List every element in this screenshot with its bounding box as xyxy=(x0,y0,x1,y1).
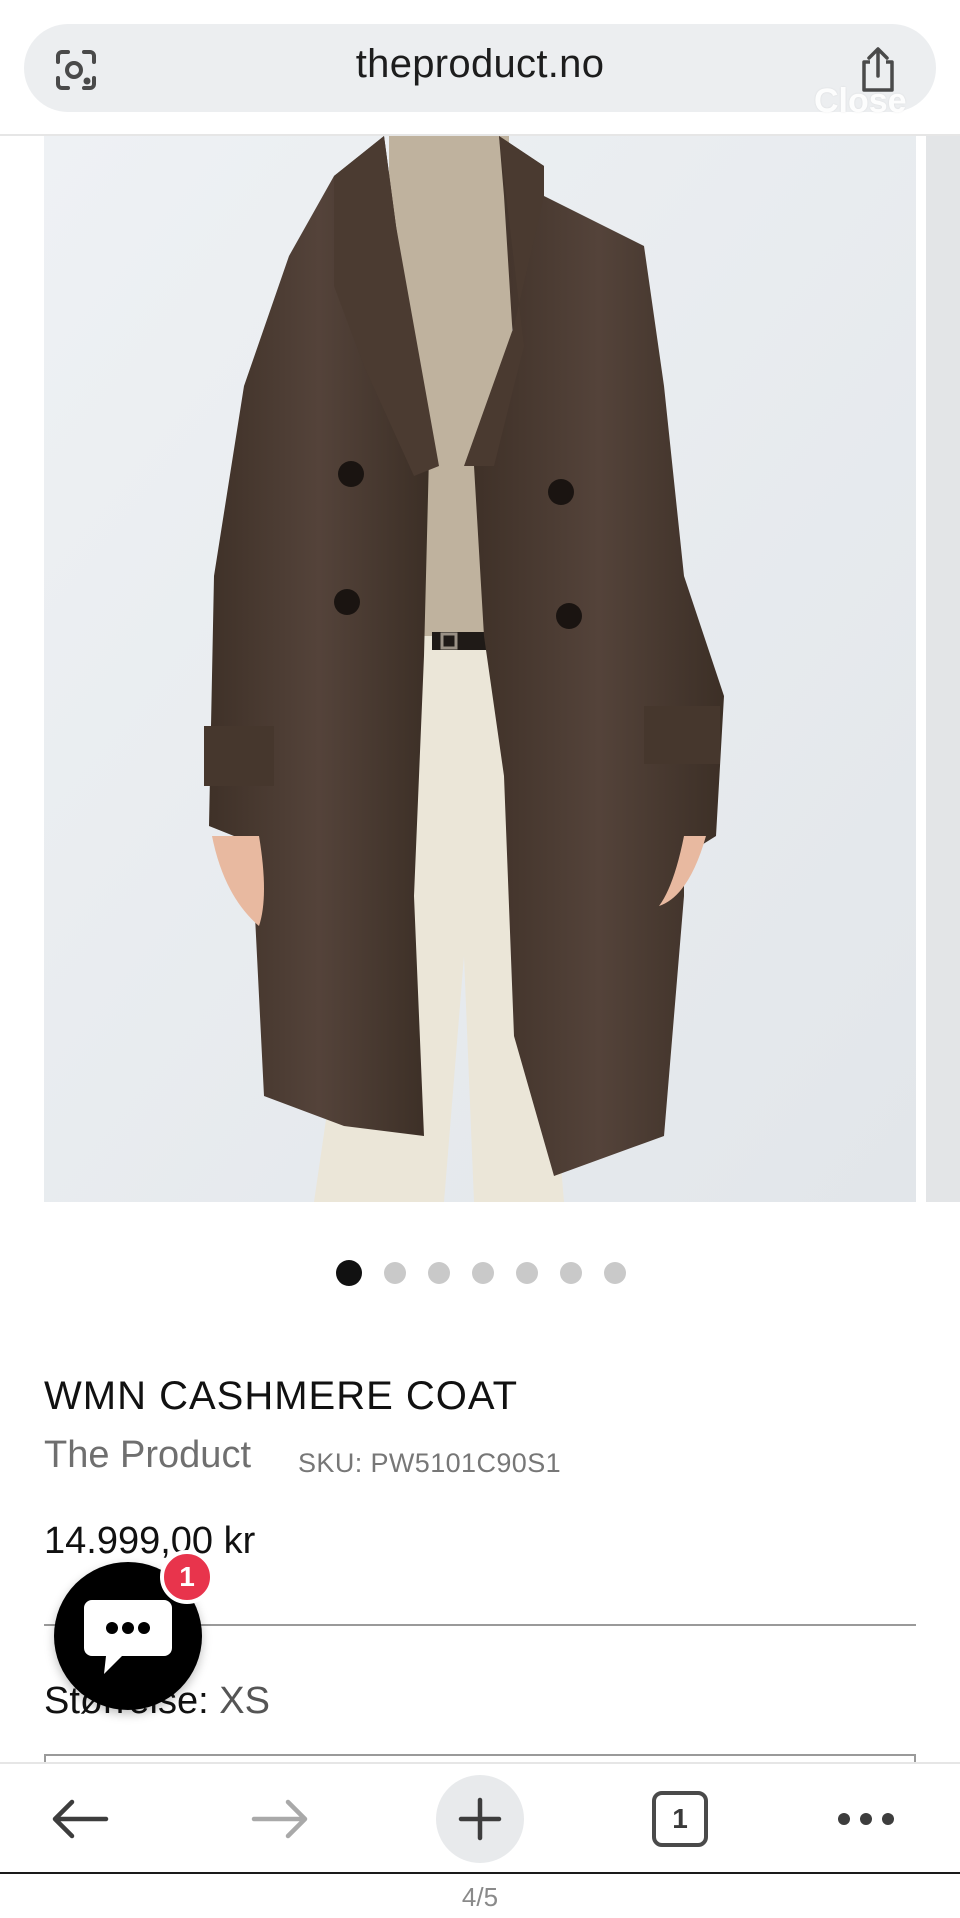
back-arrow-icon xyxy=(52,1799,109,1839)
close-overlay-text[interactable]: Close xyxy=(814,82,907,121)
more-menu-button[interactable] xyxy=(826,1764,906,1874)
more-dots-icon xyxy=(838,1813,894,1825)
new-tab-button[interactable] xyxy=(436,1764,524,1874)
page-indicator: 4/5 xyxy=(461,1882,499,1912)
carousel-dot[interactable] xyxy=(560,1262,582,1284)
product-brand[interactable]: The Product xyxy=(44,1434,251,1477)
carousel-dot[interactable] xyxy=(336,1260,362,1286)
browser-toolbar: 1 xyxy=(0,1762,960,1872)
browser-address-bar: theproduct.no Close xyxy=(0,0,960,136)
chat-bubble-icon xyxy=(84,1600,172,1674)
forward-button[interactable] xyxy=(240,1764,320,1874)
product-image[interactable] xyxy=(44,136,916,1202)
carousel-dots xyxy=(336,1260,626,1288)
chat-notification-badge: 1 xyxy=(160,1550,214,1604)
carousel-dot[interactable] xyxy=(384,1262,406,1284)
product-title: WMN CASHMERE COAT xyxy=(44,1374,519,1418)
new-tab-circle xyxy=(436,1775,524,1863)
product-sku: SKU: PW5101C90S1 xyxy=(298,1448,562,1478)
forward-arrow-icon xyxy=(251,1799,308,1839)
url-text[interactable]: theproduct.no xyxy=(0,42,960,87)
tab-switcher-icon: 1 xyxy=(652,1791,708,1847)
coat-photo-illustration xyxy=(44,136,916,1202)
carousel-dot[interactable] xyxy=(516,1262,538,1284)
carousel-dot[interactable] xyxy=(472,1262,494,1284)
next-image-peek[interactable] xyxy=(926,136,960,1202)
product-price: 14.999,00 kr xyxy=(44,1520,256,1562)
tab-switcher-button[interactable]: 1 xyxy=(640,1764,720,1874)
carousel-dot[interactable] xyxy=(604,1262,626,1284)
back-button[interactable] xyxy=(40,1764,120,1874)
size-value: XS xyxy=(219,1680,270,1722)
carousel-dot[interactable] xyxy=(428,1262,450,1284)
plus-icon xyxy=(458,1797,502,1841)
product-image-gallery[interactable] xyxy=(0,136,960,1202)
